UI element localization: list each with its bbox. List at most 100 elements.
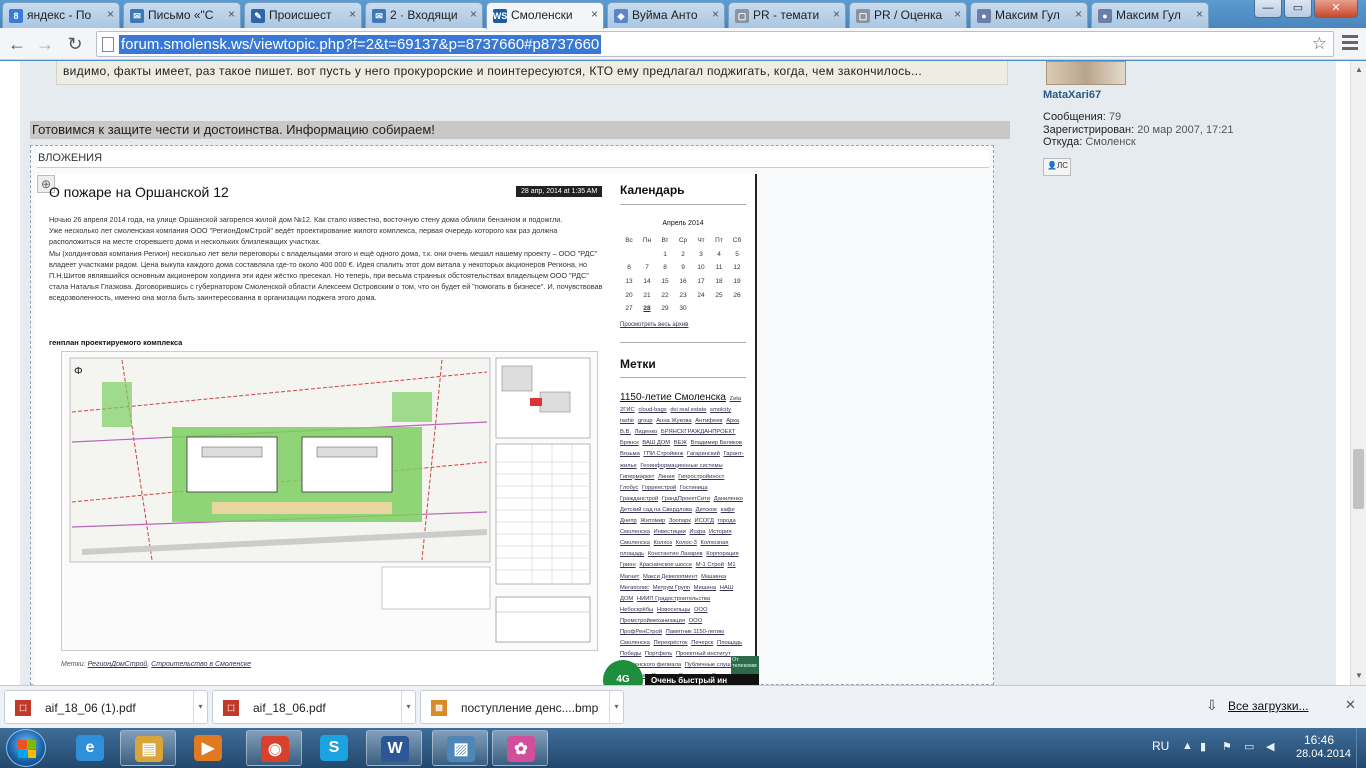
browser-tab[interactable]: ◆ Вуйма Анто × [607, 2, 725, 28]
tag-link[interactable]: Машинка [701, 574, 726, 580]
tag-link[interactable]: Детский сад на Свердлова [620, 507, 692, 513]
tray-expand-icon[interactable]: ▲ [1182, 740, 1193, 752]
download-item[interactable]: ▨ поступление денс....bmp ▾ [420, 690, 624, 724]
reload-icon[interactable]: ↻ [64, 33, 86, 55]
browser-tab[interactable]: ● Максим Гул × [970, 2, 1088, 28]
browser-tab[interactable]: 8 яндекс - По × [2, 2, 120, 28]
tag-link[interactable]: Мишина [694, 585, 716, 591]
tag-link[interactable]: Площадь [717, 640, 742, 646]
download-menu-chevron-icon[interactable]: ▾ [401, 691, 415, 723]
battery-icon[interactable]: ▭ [1244, 740, 1254, 753]
tag-link[interactable]: cloud-bags [638, 407, 666, 413]
ad-banner[interactable]: Очень быстрый ин [645, 674, 759, 685]
taskbar-app-word[interactable]: W [366, 730, 422, 766]
tag-link[interactable]: ПрофРенСтрой [620, 629, 662, 635]
tag-link[interactable]: Смоленска [620, 529, 650, 535]
tag-link[interactable]: кафе [721, 507, 735, 513]
tag-link[interactable]: Вязьма [620, 451, 640, 457]
tag-link[interactable]: Гагаринский [687, 451, 720, 457]
tag-link[interactable]: Портфель [645, 651, 672, 657]
tag-link[interactable]: Гипростройиност [678, 474, 724, 480]
tag-link[interactable]: Антифеев [695, 418, 722, 424]
tag-link[interactable]: smolcity [710, 407, 731, 413]
tag-link[interactable]: ВЕЖ [674, 440, 687, 446]
download-item[interactable]: ⬚ aif_18_06 (1).pdf ▾ [4, 690, 208, 724]
tag-link[interactable]: Гражданстрой [620, 496, 658, 502]
tag-link[interactable]: Смоленска [620, 540, 650, 546]
close-downloads-icon[interactable]: ✕ [1345, 697, 1356, 713]
tag-link[interactable]: Гринн [620, 562, 636, 568]
close-tab-icon[interactable]: × [228, 7, 235, 21]
taskbar-app-skype[interactable]: S [306, 730, 362, 766]
tag-link[interactable]: Геоинформационные системы [640, 463, 722, 469]
browser-tab[interactable]: ✉ 2 · Входящи × [365, 2, 483, 28]
tag-link[interactable]: БРЯНСКГРАЖДАНПРОЕКТ [661, 429, 736, 435]
tag-link[interactable]: В.В. [620, 429, 631, 435]
menu-icon[interactable] [1342, 35, 1358, 53]
avatar[interactable] [1046, 61, 1126, 85]
tag-link[interactable]: Днепр [620, 518, 637, 524]
address-bar[interactable]: forum.smolensk.ws/viewtopic.php?f=2&t=69… [96, 31, 1334, 57]
tag-link[interactable]: Гостиница [680, 485, 708, 491]
tag-link[interactable]: ВАШ ДОМ [642, 440, 670, 446]
tag-link[interactable]: Зоопарк [669, 518, 691, 524]
tag-link[interactable]: Детское [696, 507, 718, 513]
tag-link[interactable]: Колхоз [654, 540, 673, 546]
close-tab-icon[interactable]: × [591, 7, 598, 21]
browser-tab[interactable]: WS Смоленски × [486, 2, 604, 29]
article-tag-link[interactable]: РегионДомСтрой [88, 661, 148, 668]
browser-tab[interactable]: ✉ Письмо «"С × [123, 2, 241, 28]
tag-link[interactable]: Проектный институт [676, 651, 731, 657]
url-text[interactable]: forum.smolensk.ws/viewtopic.php?f=2&t=69… [119, 35, 602, 54]
minimize-button[interactable]: — [1254, 0, 1282, 18]
close-tab-icon[interactable]: × [1075, 7, 1082, 21]
clock[interactable]: 16:46 28.04.2014 [1296, 733, 1351, 761]
start-button[interactable] [6, 729, 46, 767]
tag-link[interactable]: group [638, 418, 653, 424]
tag-link[interactable]: Инвестиции [654, 529, 686, 535]
tag-link[interactable]: Корпорация [706, 551, 738, 557]
tag-link[interactable]: Магнит [620, 574, 639, 580]
download-menu-chevron-icon[interactable]: ▾ [609, 691, 623, 723]
close-tab-icon[interactable]: × [349, 7, 356, 21]
tag-link[interactable]: М1 [728, 562, 736, 568]
back-arrow-icon[interactable]: ← [6, 33, 28, 55]
bookmark-star-icon[interactable]: ☆ [1312, 34, 1327, 54]
tag-link[interactable]: Даниленко [714, 496, 743, 502]
tag-link[interactable]: Перекрёсток [654, 640, 688, 646]
tag-link[interactable]: Смоленска [620, 640, 650, 646]
tag-link[interactable]: 2ГИС [620, 407, 635, 413]
tag-link[interactable]: ГПИ Стройинж [643, 451, 683, 457]
volume-icon[interactable]: ◀ [1266, 740, 1274, 753]
download-item[interactable]: ⬚ aif_18_06.pdf ▾ [212, 690, 416, 724]
tag-link[interactable]: Краснинское шоссе [639, 562, 692, 568]
scroll-down-icon[interactable]: ▼ [1355, 671, 1363, 680]
tag-link[interactable]: города [718, 518, 736, 524]
tag-link[interactable]: Макси Девелопмент [643, 574, 698, 580]
taskbar-app-explorer[interactable]: ▤ [120, 730, 176, 766]
taskbar-app-ie[interactable]: e [62, 730, 118, 766]
tag-link[interactable]: ИСОГД [695, 518, 714, 524]
close-tab-icon[interactable]: × [712, 7, 719, 21]
close-window-button[interactable]: ✕ [1314, 0, 1358, 18]
browser-tab[interactable]: ▢ PR - темати × [728, 2, 846, 28]
tag-link[interactable]: Небоскрёбы [620, 607, 653, 613]
tag-link[interactable]: Анна Жукова [656, 418, 691, 424]
scroll-up-icon[interactable]: ▲ [1355, 65, 1363, 74]
download-menu-chevron-icon[interactable]: ▾ [193, 691, 207, 723]
tag-link[interactable]: tashir [620, 418, 634, 424]
close-tab-icon[interactable]: × [833, 7, 840, 21]
username[interactable]: MataXari67 [1043, 89, 1101, 101]
tag-link[interactable]: Арка [726, 418, 739, 424]
taskbar-app-chrome[interactable]: ◉ [246, 730, 302, 766]
tag-link[interactable]: История [709, 529, 731, 535]
tag-link[interactable]: Лиденко [635, 429, 658, 435]
taskbar-app-icq[interactable]: ✿ [492, 730, 548, 766]
tag-link[interactable]: площадь [620, 551, 644, 557]
forward-arrow-icon[interactable]: → [34, 33, 56, 55]
tag-link-big[interactable]: 1150-летие Смоленска [620, 392, 726, 403]
tag-link[interactable]: Победы [620, 651, 641, 657]
tag-link[interactable]: Константин Лазарев [648, 551, 703, 557]
taskbar-app-photo-viewer[interactable]: ▨ [432, 730, 488, 766]
tag-link[interactable]: dvi real estate [670, 407, 706, 413]
